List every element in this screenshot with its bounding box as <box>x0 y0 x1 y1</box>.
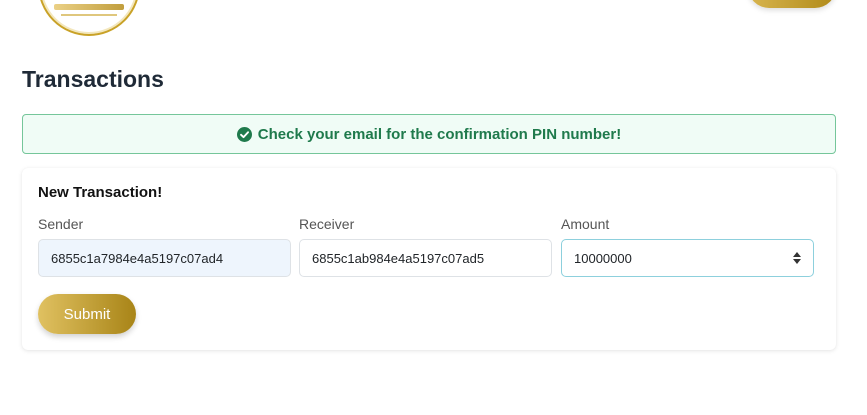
success-alert: Check your email for the confirmation PI… <box>22 114 836 154</box>
amount-value: 10000000 <box>574 250 632 266</box>
header-action-button[interactable] <box>748 0 836 8</box>
brand-logo-icon[interactable] <box>38 0 140 36</box>
page-title: Transactions <box>22 66 164 92</box>
number-stepper-icon[interactable] <box>793 252 801 264</box>
receiver-value: 6855c1ab984e4a5197c07ad5 <box>312 250 485 266</box>
logo-tagline <box>61 14 117 16</box>
receiver-label: Receiver <box>299 216 355 232</box>
logo-wordmark <box>54 4 124 10</box>
increment-arrow-icon[interactable] <box>793 252 801 257</box>
new-transaction-card: New Transaction! Sender 6855c1a7984e4a51… <box>22 168 836 350</box>
amount-label: Amount <box>561 216 610 232</box>
submit-button[interactable]: Submit <box>38 294 136 334</box>
receiver-field-group: Receiver 6855c1ab984e4a5197c07ad5 <box>299 216 552 277</box>
sender-input[interactable]: 6855c1a7984e4a5197c07ad4 <box>38 239 291 277</box>
amount-field-group: Amount 10000000 <box>561 216 814 277</box>
sender-field-group: Sender 6855c1a7984e4a5197c07ad4 <box>38 216 291 277</box>
alert-message: Check your email for the confirmation PI… <box>257 125 622 143</box>
decrement-arrow-icon[interactable] <box>793 259 801 264</box>
check-circle-icon <box>236 126 252 142</box>
sender-label: Sender <box>38 216 84 232</box>
sender-value: 6855c1a7984e4a5197c07ad4 <box>51 250 224 266</box>
form-title: New Transaction! <box>38 184 163 201</box>
receiver-input[interactable]: 6855c1ab984e4a5197c07ad5 <box>299 239 552 277</box>
amount-input[interactable]: 10000000 <box>561 239 814 277</box>
